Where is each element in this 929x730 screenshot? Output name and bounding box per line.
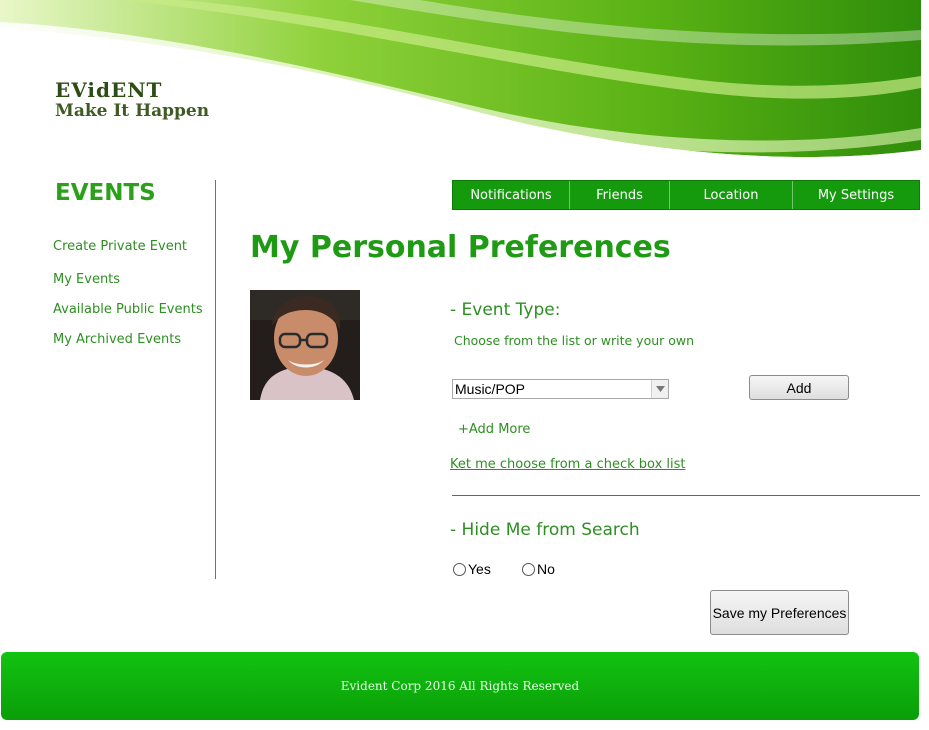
add-more-link[interactable]: +Add More bbox=[458, 422, 530, 437]
tab-location[interactable]: Location bbox=[670, 181, 793, 209]
sidebar-item-my-events[interactable]: My Events bbox=[53, 272, 120, 287]
footer: Evident Corp 2016 All Rights Reserved bbox=[1, 652, 919, 720]
brand-name: EVidENT bbox=[55, 78, 163, 102]
save-preferences-button[interactable]: Save my Preferences bbox=[710, 590, 849, 635]
hide-no-radio[interactable] bbox=[522, 562, 535, 576]
event-type-select[interactable]: Music/POP bbox=[452, 379, 669, 399]
sidebar-divider bbox=[215, 180, 216, 579]
hide-no-label: No bbox=[537, 561, 555, 577]
sidebar-item-my-archived-events[interactable]: My Archived Events bbox=[53, 332, 181, 347]
avatar bbox=[250, 290, 360, 400]
section-divider bbox=[452, 495, 920, 496]
hide-yes-label: Yes bbox=[468, 561, 491, 577]
hide-yes-radio[interactable] bbox=[453, 562, 466, 576]
event-type-hint: Choose from the list or write your own bbox=[454, 333, 695, 348]
sidebar-item-create-private-event[interactable]: Create Private Event bbox=[53, 239, 187, 254]
checkbox-list-link[interactable]: Ket me choose from a check box list bbox=[450, 457, 686, 472]
sidebar-item-available-public-events[interactable]: Available Public Events bbox=[53, 302, 203, 317]
footer-copyright: Evident Corp 2016 All Rights Reserved bbox=[340, 679, 580, 693]
top-nav: Notifications Friends Location My Settin… bbox=[452, 180, 920, 210]
tab-notifications[interactable]: Notifications bbox=[453, 181, 570, 209]
profile-photo bbox=[250, 290, 360, 400]
hide-search-heading: - Hide Me from Search bbox=[450, 520, 640, 540]
event-type-heading: - Event Type: bbox=[450, 300, 561, 320]
tab-friends[interactable]: Friends bbox=[570, 181, 670, 209]
add-button[interactable]: Add bbox=[749, 375, 849, 400]
chevron-down-icon[interactable] bbox=[651, 380, 668, 398]
brand-tagline: Make It Happen bbox=[55, 101, 210, 121]
hide-yes-option[interactable]: Yes bbox=[453, 561, 491, 577]
tab-my-settings[interactable]: My Settings bbox=[793, 181, 919, 209]
hide-no-option[interactable]: No bbox=[522, 561, 555, 577]
sidebar-title: EVENTS bbox=[55, 180, 156, 206]
page-title: My Personal Preferences bbox=[250, 230, 671, 265]
event-type-selected-value: Music/POP bbox=[455, 381, 526, 397]
